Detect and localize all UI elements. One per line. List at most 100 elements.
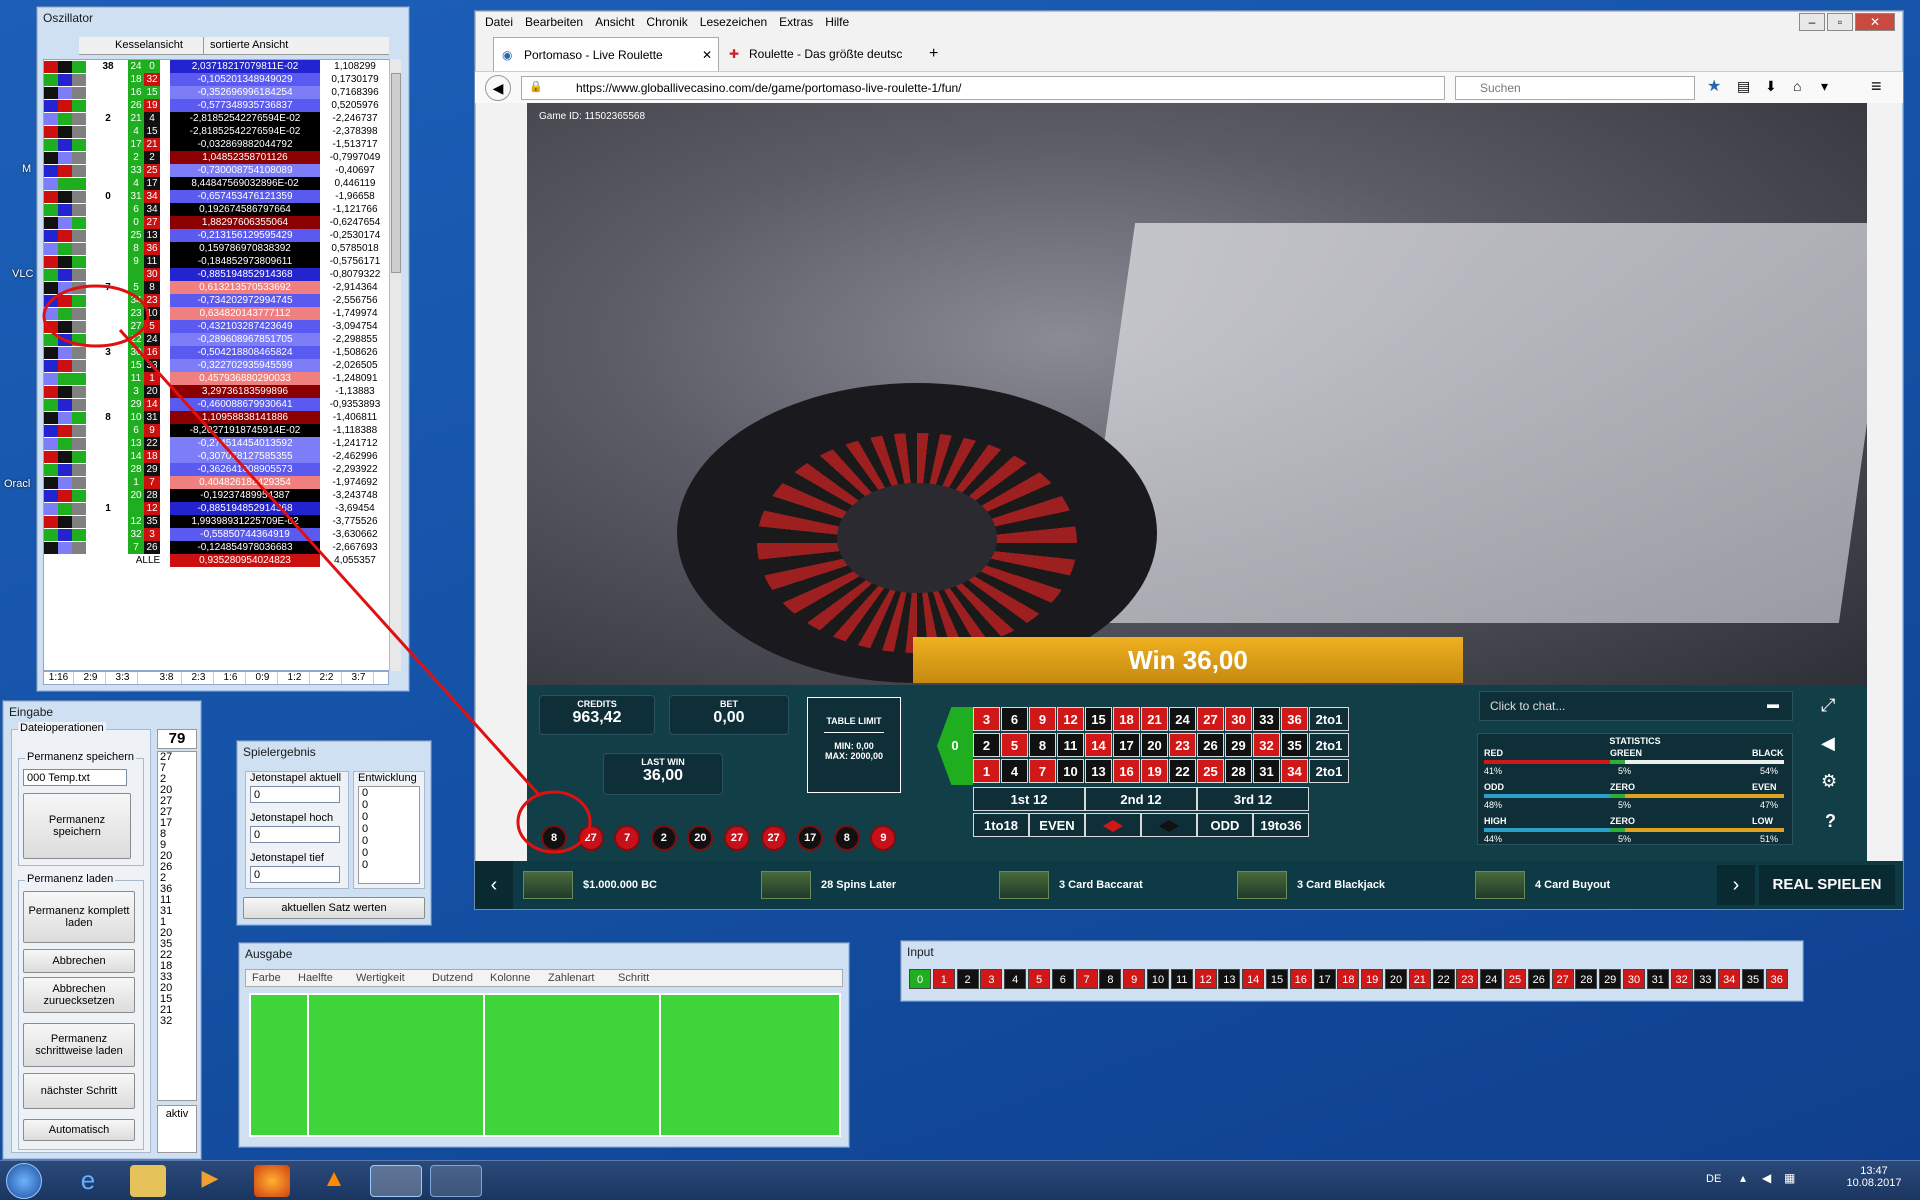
chat-input[interactable]: Click to chat... — [1479, 691, 1793, 721]
input-number-32[interactable]: 32 — [1670, 969, 1693, 989]
input-number-20[interactable]: 20 — [1385, 969, 1407, 989]
table-number-32[interactable]: 32 — [1253, 733, 1280, 757]
hamburger-menu-icon[interactable]: ≡ — [1871, 76, 1882, 97]
firefox-active-icon[interactable] — [370, 1165, 422, 1197]
table-number-10[interactable]: 10 — [1057, 759, 1084, 783]
menu-datei[interactable]: Datei — [485, 15, 513, 29]
abbrechen-button[interactable]: Abbrechen — [23, 949, 135, 973]
input-number-33[interactable]: 33 — [1694, 969, 1717, 989]
table-number-16[interactable]: 16 — [1113, 759, 1140, 783]
table-number-4[interactable]: 4 — [1001, 759, 1028, 783]
home-icon[interactable]: ⌂ — [1793, 78, 1801, 94]
promo-thumbnail[interactable] — [761, 871, 811, 899]
table-number-30[interactable]: 30 — [1225, 707, 1252, 731]
search-input[interactable]: Suchen — [1455, 76, 1695, 100]
input-number-34[interactable]: 34 — [1718, 969, 1741, 989]
entwicklung-list[interactable]: 0000000 — [358, 786, 420, 884]
internet-explorer-icon[interactable]: e — [70, 1165, 106, 1197]
input-number-14[interactable]: 14 — [1242, 969, 1265, 989]
table-number-25[interactable]: 25 — [1197, 759, 1224, 783]
desktop-label-m[interactable]: M — [22, 163, 31, 175]
input-number-17[interactable]: 17 — [1313, 969, 1336, 989]
entwicklung-list-item[interactable]: 0 — [362, 787, 419, 799]
settings-gear-icon[interactable]: ⚙ — [1821, 771, 1837, 792]
volume-icon[interactable]: ◀ — [1762, 1171, 1771, 1185]
promo-prev-button[interactable]: ‹ — [475, 861, 513, 909]
input-number-18[interactable]: 18 — [1337, 969, 1360, 989]
vlc-icon[interactable]: ▲ — [316, 1165, 352, 1197]
new-tab-button[interactable]: + — [929, 37, 938, 71]
promo-label[interactable]: 28 Spins Later — [821, 879, 896, 891]
table-number-27[interactable]: 27 — [1197, 707, 1224, 731]
entwicklung-list-item[interactable]: 0 — [362, 799, 419, 811]
jetonstapel-aktuell-field[interactable]: 0 — [250, 786, 340, 803]
abbrechen-zuruecksetzen-button[interactable]: Abbrechen zuruecksetzen — [23, 977, 135, 1013]
menu-bearbeiten[interactable]: Bearbeiten — [525, 15, 583, 29]
input-number-21[interactable]: 21 — [1408, 969, 1431, 989]
table-number-6[interactable]: 6 — [1001, 707, 1028, 731]
table-number-3[interactable]: 3 — [973, 707, 1000, 731]
promo-thumbnail[interactable] — [999, 871, 1049, 899]
table-number-34[interactable]: 34 — [1281, 759, 1308, 783]
input-number-36[interactable]: 36 — [1765, 969, 1788, 989]
permanenz-list-item[interactable]: 32 — [160, 1016, 196, 1027]
promo-thumbnail[interactable] — [1475, 871, 1525, 899]
input-number-6[interactable]: 6 — [1051, 969, 1074, 989]
dozen-bet-3[interactable]: 3rd 12 — [1197, 787, 1309, 811]
permanenz-komplett-laden-button[interactable]: Permanenz komplett laden — [23, 891, 135, 943]
input-number-4[interactable]: 4 — [1004, 969, 1027, 989]
media-player-icon[interactable]: ▶ — [192, 1165, 228, 1197]
filename-field[interactable]: 000 Temp.txt — [23, 769, 127, 786]
menu-chronik[interactable]: Chronik — [646, 15, 687, 29]
start-button[interactable] — [6, 1163, 42, 1199]
input-number-11[interactable]: 11 — [1170, 969, 1193, 989]
input-number-0[interactable]: 0 — [909, 969, 931, 989]
tab-roulette[interactable]: ✚ Roulette - Das größte deutsc — [719, 37, 909, 71]
table-number-15[interactable]: 15 — [1085, 707, 1112, 731]
ausgabe-col-header[interactable]: Zahlenart — [548, 972, 594, 984]
dozen-bet-1[interactable]: 1st 12 — [973, 787, 1085, 811]
menu-ansicht[interactable]: Ansicht — [595, 15, 634, 29]
table-number-5[interactable]: 5 — [1001, 733, 1028, 757]
input-number-3[interactable]: 3 — [980, 969, 1003, 989]
table-number-1[interactable]: 1 — [973, 759, 1000, 783]
tray-arrow-icon[interactable]: ▴ — [1740, 1171, 1746, 1185]
input-number-25[interactable]: 25 — [1504, 969, 1526, 989]
oscillator-scrollbar[interactable] — [389, 59, 401, 671]
input-number-9[interactable]: 9 — [1123, 969, 1146, 989]
input-number-8[interactable]: 8 — [1099, 969, 1122, 989]
jetonstapel-tief-field[interactable]: 0 — [250, 866, 340, 883]
tab-portomaso[interactable]: ◉ Portomaso - Live Roulette ✕ — [493, 37, 719, 71]
input-number-24[interactable]: 24 — [1480, 969, 1503, 989]
fullscreen-icon[interactable]: ⤢ — [1821, 695, 1835, 716]
table-number-26[interactable]: 26 — [1197, 733, 1224, 757]
tab-sortierte-ansicht[interactable]: sortierte Ansicht — [203, 37, 288, 55]
reading-list-icon[interactable]: ▤ — [1737, 78, 1750, 95]
table-number-29[interactable]: 29 — [1225, 733, 1252, 757]
table-number-23[interactable]: 23 — [1169, 733, 1196, 757]
aktuellen-satz-werten-button[interactable]: aktuellen Satz werten — [243, 897, 425, 919]
outside-bet-2[interactable]: EVEN — [1029, 813, 1085, 837]
menu-extras[interactable]: Extras — [779, 15, 813, 29]
promo-label[interactable]: 3 Card Blackjack — [1297, 879, 1385, 891]
input-number-35[interactable]: 35 — [1742, 969, 1764, 989]
clock[interactable]: 13:47 10.08.2017 — [1844, 1165, 1904, 1189]
tab-close-icon[interactable]: ✕ — [702, 38, 712, 72]
table-number-8[interactable]: 8 — [1029, 733, 1056, 757]
input-number-23[interactable]: 23 — [1456, 969, 1479, 989]
promo-label[interactable]: $1.000.000 BC — [583, 879, 657, 891]
input-number-29[interactable]: 29 — [1599, 969, 1622, 989]
back-button[interactable]: ◀ — [485, 75, 511, 101]
input-number-1[interactable]: 1 — [932, 969, 955, 989]
ausgabe-col-header[interactable]: Farbe — [252, 972, 281, 984]
table-number-35[interactable]: 35 — [1281, 733, 1308, 757]
input-number-5[interactable]: 5 — [1028, 969, 1050, 989]
table-number-33[interactable]: 33 — [1253, 707, 1280, 731]
ausgabe-col-header[interactable]: Kolonne — [490, 972, 530, 984]
table-number-19[interactable]: 19 — [1141, 759, 1168, 783]
tab-kesselansicht[interactable]: Kesselansicht — [115, 39, 183, 51]
table-number-31[interactable]: 31 — [1253, 759, 1280, 783]
input-number-12[interactable]: 12 — [1194, 969, 1217, 989]
input-number-22[interactable]: 22 — [1432, 969, 1455, 989]
outside-bet-5[interactable]: ODD — [1197, 813, 1253, 837]
